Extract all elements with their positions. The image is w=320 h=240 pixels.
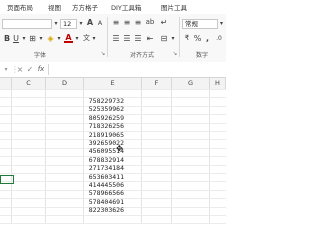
tab-fangfang-grid[interactable]: 方方格子 (72, 2, 98, 12)
accounting-format-icon[interactable]: ₹ (182, 34, 192, 43)
alignment-dialog-launcher-icon[interactable]: ↘ (172, 50, 178, 59)
percent-icon[interactable]: % (193, 34, 202, 43)
group-label-number: 数字 (196, 52, 209, 59)
column-header-d[interactable]: D (46, 78, 84, 89)
tab-diy-toolbox[interactable]: DIY工具箱 (111, 2, 141, 12)
column-header-h[interactable]: H (210, 78, 226, 89)
column-header-g[interactable]: G (172, 78, 210, 89)
borders-icon[interactable]: ⊞ (28, 34, 37, 43)
formula-input[interactable] (48, 64, 227, 75)
font-name-dropdown[interactable] (2, 19, 52, 29)
merge-cells-icon[interactable]: ⊟ (159, 34, 169, 43)
tab-view[interactable]: 视图 (48, 2, 61, 12)
cell-value[interactable]: 653603411 (82, 173, 124, 181)
font-size-dropdown[interactable]: 12 (60, 19, 77, 29)
shrink-font-icon[interactable]: A (96, 19, 104, 28)
cell-value[interactable]: 678832914 (82, 156, 124, 164)
chevron-down-icon[interactable]: ▾ (53, 19, 59, 28)
number-format-chevron-icon[interactable]: ▾ (218, 19, 225, 28)
thousands-separator-icon[interactable]: , (203, 34, 212, 43)
group-label-font: 字体 (34, 52, 47, 59)
name-box-chevron-icon[interactable]: ▾ (2, 65, 10, 74)
borders-chevron-icon[interactable]: ▾ (38, 34, 44, 43)
cell-value[interactable]: 805926259 (82, 114, 124, 122)
font-dialog-launcher-icon[interactable]: ↘ (100, 50, 106, 59)
number-format-dropdown[interactable]: 常规 (182, 19, 218, 29)
phonetic-chevron-icon[interactable]: ▾ (91, 34, 97, 43)
column-header-stub (0, 78, 12, 89)
grid-row-line (0, 223, 226, 225)
underline-chevron-icon[interactable]: ▾ (21, 34, 27, 43)
grow-font-icon[interactable]: A (86, 18, 94, 27)
cell-value[interactable]: 758229732 (82, 97, 124, 105)
enter-icon[interactable]: ✓ (26, 65, 34, 74)
grid-row-line (0, 89, 226, 90)
column-header-e[interactable]: E (84, 78, 142, 89)
phonetic-icon[interactable]: 文 (82, 34, 91, 43)
tab-picture-tools[interactable]: 图片工具 (161, 2, 187, 12)
fill-color-icon[interactable]: ◈ (46, 34, 55, 43)
column-header-f[interactable]: F (142, 78, 172, 89)
font-color-icon[interactable]: A (64, 34, 73, 43)
cell-value[interactable]: 414445506 (82, 181, 124, 189)
group-separator (107, 17, 108, 57)
tab-page-layout[interactable]: 页面布局 (7, 2, 33, 12)
selected-cell[interactable] (0, 175, 14, 184)
increase-decimal-icon[interactable]: .0 (213, 34, 225, 43)
merge-chevron-icon[interactable]: ▾ (170, 34, 176, 43)
formula-bar-divider: ⋮ (11, 65, 19, 74)
cell-value[interactable]: 822303626 (82, 206, 124, 214)
group-label-alignment: 对齐方式 (130, 52, 155, 59)
align-right-icon[interactable]: ☰ (133, 34, 143, 43)
align-center-icon[interactable]: ☰ (122, 34, 132, 43)
cell-value[interactable]: 578966566 (82, 189, 124, 197)
cell-value[interactable]: 218919065 (82, 131, 124, 139)
font-size-chevron-icon[interactable]: ▾ (78, 19, 84, 28)
grid-row-line (0, 215, 226, 216)
cursor-icon: ✥ (116, 144, 123, 153)
worksheet-grid[interactable]: 758229732 525359962 805926259 718326256 2189… (0, 89, 226, 225)
formula-bar: ▾ ⋮ × ✓ fx (0, 62, 226, 78)
ribbon: ▾ 12 ▾ A A B U ▾ ⊞ ▾ ◈ ▾ A ▾ 文 ▾ 字体 ↘ ≡ … (0, 14, 226, 63)
insert-function-icon[interactable]: fx (36, 65, 46, 74)
align-left-icon[interactable]: ☰ (111, 34, 121, 43)
ribbon-tabs: 页面布局 视图 方方格子 DIY工具箱 图片工具 (0, 0, 226, 14)
cell-value[interactable]: 525359962 (82, 105, 124, 113)
cancel-icon[interactable]: × (16, 65, 24, 74)
cell-value[interactable]: 578404691 (82, 198, 124, 206)
fill-chevron-icon[interactable]: ▾ (56, 34, 62, 43)
bold-icon[interactable]: B (3, 34, 11, 43)
group-separator (179, 17, 180, 57)
wrap-text-icon[interactable]: ↵ (159, 18, 169, 27)
indent-icon[interactable]: ⇤ (145, 34, 155, 43)
font-color-chevron-icon[interactable]: ▾ (74, 34, 80, 43)
orientation-icon[interactable]: ab (145, 18, 155, 27)
column-header-c[interactable]: C (12, 78, 46, 89)
align-middle-icon[interactable]: ≡ (122, 18, 132, 27)
align-top-icon[interactable]: ≡ (111, 18, 121, 27)
cell-value[interactable]: 718326256 (82, 122, 124, 130)
cell-value[interactable]: 271734184 (82, 164, 124, 172)
align-bottom-icon[interactable]: ≡ (133, 18, 143, 27)
underline-icon[interactable]: U (12, 34, 20, 43)
